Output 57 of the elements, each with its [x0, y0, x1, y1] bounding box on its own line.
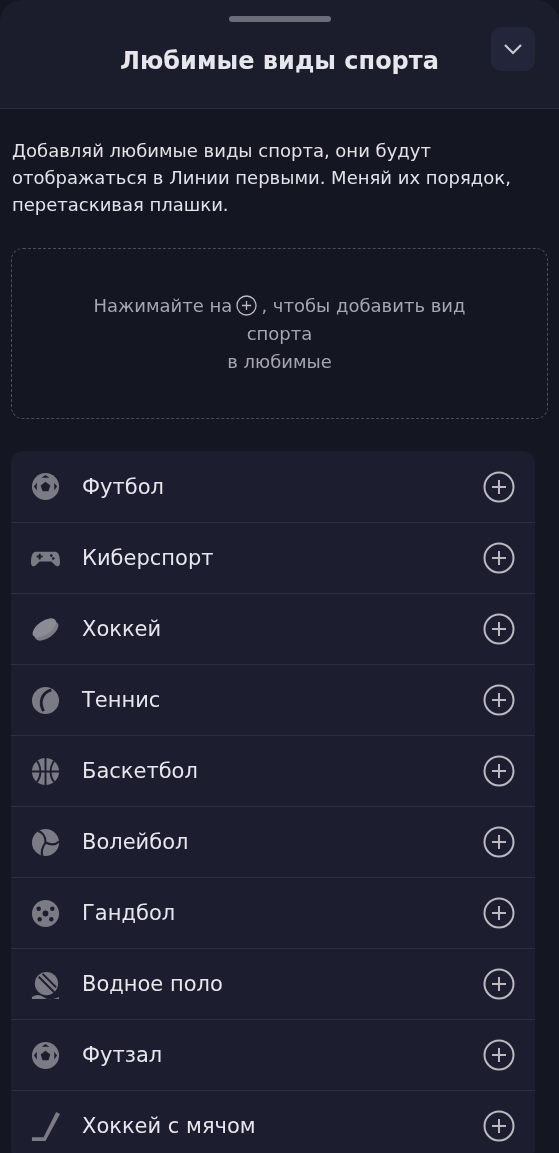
sport-row[interactable]: Волейбол — [11, 806, 535, 877]
plus-circle-icon — [483, 684, 515, 716]
chevron-down-icon — [503, 43, 523, 55]
hint-text: , чтобы добавить вид — [261, 293, 466, 318]
add-button[interactable] — [483, 613, 515, 645]
soccer-ball-icon — [30, 471, 61, 502]
add-button[interactable] — [483, 542, 515, 574]
plus-circle-icon — [483, 470, 515, 503]
sport-name: Футбол — [82, 474, 165, 499]
sport-name: Хоккей — [82, 617, 163, 641]
add-button[interactable] — [483, 684, 515, 716]
sport-row[interactable]: Хоккей — [11, 593, 535, 664]
sport-row[interactable]: Хоккей с мячом — [11, 1090, 535, 1153]
add-button[interactable] — [483, 826, 515, 858]
sport-name: Теннис — [82, 688, 162, 712]
sport-name: Гандбол — [82, 901, 177, 925]
plus-circle-icon — [483, 968, 515, 1000]
hint-text: Нажимайте на — [93, 293, 233, 318]
description-text: Добавляй любимые виды спорта, они будут отображаться в Линии первыми. Меняй их порядок, перетаскивая плашки. — [12, 139, 512, 217]
sport-name: Баскетбол — [82, 759, 199, 783]
sport-row[interactable]: Гандбол — [11, 877, 535, 948]
hint-text: в любимые — [227, 349, 332, 374]
plus-circle-icon — [483, 826, 515, 858]
sport-name: Киберспорт — [82, 546, 215, 570]
volleyball-icon — [30, 826, 61, 858]
sport-row[interactable]: Баскетбол — [11, 735, 535, 806]
plus-circle-icon — [483, 1110, 515, 1142]
add-button[interactable] — [483, 470, 515, 503]
sport-name: Футзал — [82, 1043, 164, 1067]
basketball-icon — [30, 755, 61, 787]
add-button[interactable] — [483, 755, 515, 787]
sport-row[interactable]: Теннис — [11, 664, 535, 735]
plus-circle-icon — [483, 1039, 515, 1071]
ball-icon — [30, 897, 61, 929]
hockey-stick-icon — [30, 1110, 61, 1142]
add-button[interactable] — [483, 897, 515, 929]
sport-row[interactable]: Футбол — [11, 451, 535, 522]
collapse-button[interactable] — [491, 27, 535, 71]
sheet-title: Любимые виды спорта — [120, 47, 439, 75]
drag-handle[interactable] — [228, 16, 331, 22]
plus-circle-icon — [236, 295, 258, 316]
sport-name: Хоккей с мячом — [82, 1114, 257, 1138]
add-button[interactable] — [483, 1039, 515, 1071]
sport-row[interactable]: Водное поло — [11, 948, 535, 1019]
tennis-ball-icon — [30, 684, 61, 716]
add-button[interactable] — [483, 968, 515, 1000]
soccer-ball-icon — [30, 1039, 61, 1071]
plus-circle-icon — [483, 755, 515, 787]
hint-text: спорта — [246, 321, 313, 346]
sport-name: Волейбол — [82, 830, 190, 854]
sport-name: Водное поло — [82, 972, 224, 996]
sport-row[interactable]: Киберспорт — [11, 522, 535, 593]
plus-circle-icon — [483, 613, 515, 645]
add-button[interactable] — [483, 1110, 515, 1142]
plus-circle-icon — [483, 542, 515, 574]
plus-circle-icon — [483, 897, 515, 929]
sport-row[interactable]: Футзал — [11, 1019, 535, 1090]
